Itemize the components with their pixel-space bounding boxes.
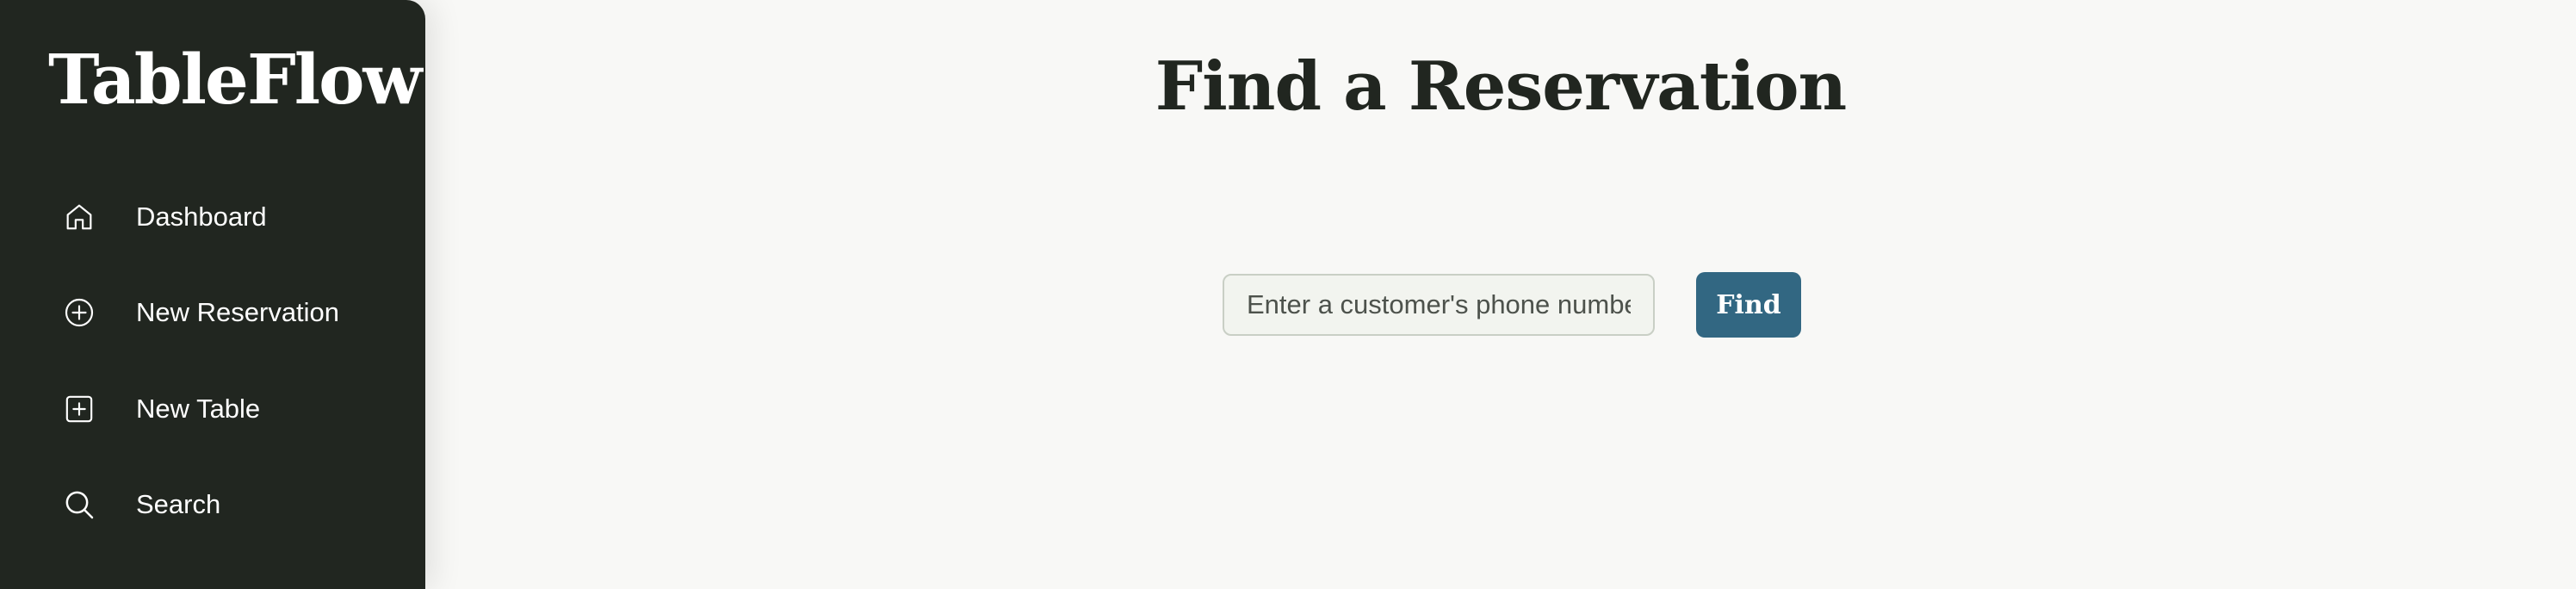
phone-number-input[interactable] xyxy=(1223,274,1655,336)
search-icon xyxy=(60,486,98,524)
brand-logo[interactable]: TableFlow xyxy=(48,45,422,114)
phone-search-form: Find xyxy=(1223,272,1801,338)
sidebar-item-label: New Reservation xyxy=(136,297,340,327)
sidebar-item-search[interactable]: Search xyxy=(60,479,220,530)
sidebar-item-label: Dashboard xyxy=(136,202,267,232)
find-button[interactable]: Find xyxy=(1696,272,1801,338)
plus-circle-icon xyxy=(60,294,98,332)
sidebar-item-dashboard[interactable]: Dashboard xyxy=(60,191,267,243)
sidebar-item-new-table[interactable]: New Table xyxy=(60,383,260,435)
home-icon xyxy=(60,198,98,236)
sidebar-item-new-reservation[interactable]: New Reservation xyxy=(60,287,339,338)
plus-square-icon xyxy=(60,390,98,428)
sidebar-item-label: New Table xyxy=(136,394,261,424)
sidebar: TableFlow Dashboard New Reservation New … xyxy=(0,0,425,589)
sidebar-item-label: Search xyxy=(136,489,221,519)
page-title: Find a Reservation xyxy=(1155,47,1847,126)
